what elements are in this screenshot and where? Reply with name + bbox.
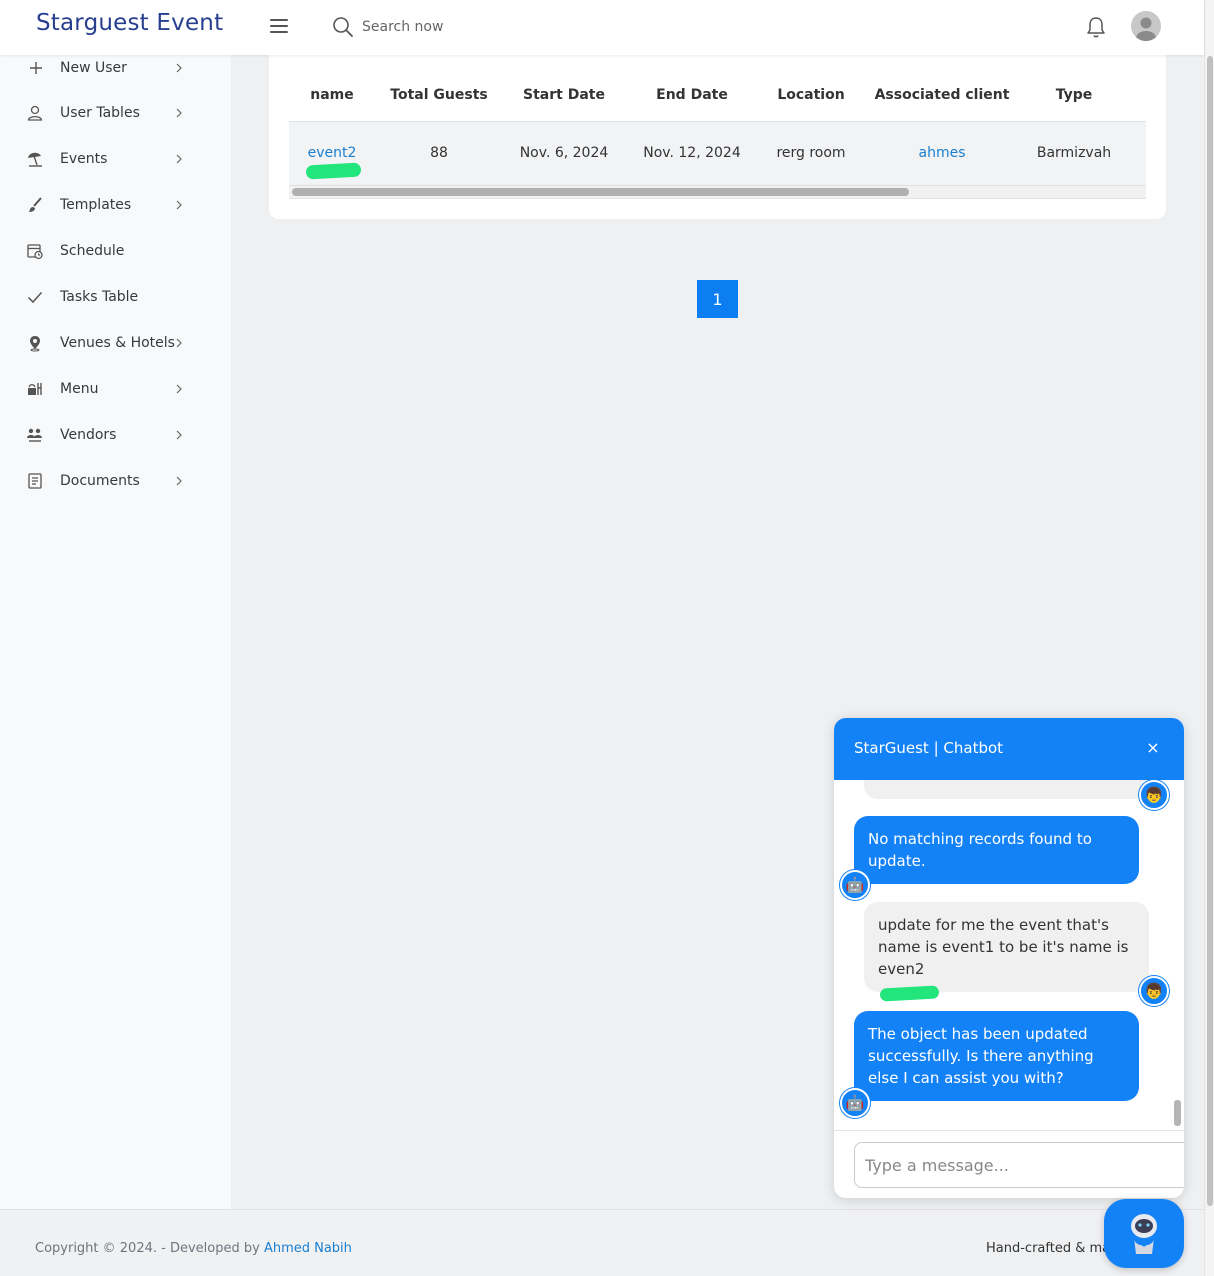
chevron-right-icon bbox=[176, 384, 182, 394]
sidebar-item-schedule[interactable]: Schedule bbox=[0, 231, 231, 271]
sidebar-item-label: Documents bbox=[60, 473, 140, 489]
food-icon bbox=[28, 383, 42, 395]
sidebar bbox=[0, 55, 231, 1209]
sidebar-item-tasks-table[interactable]: Tasks Table bbox=[0, 277, 231, 317]
search-icon[interactable] bbox=[332, 16, 354, 38]
brush-icon bbox=[29, 197, 42, 212]
brand-logo[interactable]: Starguest Event bbox=[36, 10, 223, 36]
sidebar-item-label: Tasks Table bbox=[60, 289, 139, 305]
sidebar-item-label: User Tables bbox=[60, 105, 140, 121]
sidebar-item-templates[interactable]: Templates bbox=[0, 185, 231, 225]
map-pin-icon bbox=[30, 336, 40, 352]
chat-message-bot: The object has been updated successfully… bbox=[854, 1011, 1139, 1101]
sidebar-item-venues-hotels[interactable]: Venues & Hotels bbox=[0, 323, 231, 363]
sidebar-item-menu[interactable]: Menu bbox=[0, 369, 231, 409]
developer-link[interactable]: Ahmed Nabih bbox=[264, 1241, 352, 1256]
bell-icon[interactable] bbox=[1085, 15, 1107, 39]
chat-messages[interactable]: 👦 No matching records found to update. 🤖… bbox=[834, 780, 1184, 1130]
beach-umbrella-icon bbox=[28, 152, 42, 167]
chat-scrollbar-thumb[interactable] bbox=[1174, 1100, 1181, 1126]
user-silhouette-icon bbox=[1136, 17, 1156, 41]
hamburger-menu-icon[interactable] bbox=[270, 19, 288, 35]
chevron-right-icon bbox=[176, 63, 182, 73]
calendar-clock-icon bbox=[27, 244, 43, 260]
chevron-right-icon bbox=[176, 108, 182, 118]
astronaut-robot-icon bbox=[1131, 1213, 1157, 1254]
copyright-text: Copyright © 2024. - Developed by bbox=[35, 1241, 264, 1256]
client-link[interactable]: ahmes bbox=[919, 145, 966, 161]
footer: Copyright © 2024. - Developed by Ahmed N… bbox=[0, 1209, 1204, 1276]
sidebar-item-documents[interactable]: Documents bbox=[0, 461, 231, 501]
table-horizontal-scrollbar[interactable] bbox=[289, 186, 1146, 199]
document-icon bbox=[28, 473, 42, 489]
check-icon bbox=[27, 291, 43, 304]
chevron-right-icon bbox=[176, 338, 182, 348]
sidebar-item-events[interactable]: Events bbox=[0, 139, 231, 179]
top-navbar: Starguest Event bbox=[0, 0, 1204, 55]
chatbot-window: StarGuest | Chatbot × 👦 No matching reco… bbox=[834, 718, 1184, 1198]
column-header-start-date[interactable]: Start Date bbox=[509, 87, 619, 103]
footer-copyright: Copyright © 2024. - Developed by Ahmed N… bbox=[35, 1241, 352, 1256]
user-avatar-icon: 👦 bbox=[1139, 780, 1169, 810]
chevron-right-icon bbox=[176, 154, 182, 164]
cell-total-guests: 88 bbox=[430, 145, 448, 161]
sidebar-item-label: Menu bbox=[60, 381, 99, 397]
page-scrollbar[interactable] bbox=[1204, 0, 1214, 1276]
sidebar-item-label: Schedule bbox=[60, 243, 125, 259]
sidebar-item-label: New User bbox=[60, 60, 127, 76]
bot-avatar-icon: 🤖 bbox=[840, 1088, 870, 1118]
chatbot-header: StarGuest | Chatbot × bbox=[834, 718, 1184, 780]
chevron-right-icon bbox=[176, 430, 182, 440]
green-highlight-mark bbox=[879, 985, 940, 1002]
chat-message-user-previous bbox=[864, 780, 1149, 799]
sidebar-item-user-tables[interactable]: User Tables bbox=[0, 93, 231, 133]
column-header-type[interactable]: Type bbox=[1029, 87, 1119, 103]
people-icon bbox=[27, 428, 42, 442]
table-scrollbar-thumb[interactable] bbox=[292, 188, 909, 196]
chat-scrollbar[interactable] bbox=[1171, 780, 1184, 1130]
user-avatar[interactable] bbox=[1131, 11, 1161, 41]
cell-associated-client: ahmes bbox=[872, 145, 1012, 161]
green-highlight-mark bbox=[305, 162, 362, 180]
column-header-location[interactable]: Location bbox=[766, 87, 856, 103]
plus-icon bbox=[30, 62, 42, 74]
chevron-right-icon bbox=[176, 476, 182, 486]
sidebar-item-label: Templates bbox=[60, 197, 132, 213]
bot-avatar-icon: 🤖 bbox=[840, 870, 870, 900]
search-bar bbox=[332, 14, 632, 40]
column-header-end-date[interactable]: End Date bbox=[637, 87, 747, 103]
column-header-associated-client[interactable]: Associated client bbox=[872, 87, 1012, 103]
cell-end-date: Nov. 12, 2024 bbox=[643, 145, 741, 161]
chat-message-input[interactable] bbox=[854, 1142, 1184, 1188]
sidebar-item-label: Vendors bbox=[60, 427, 117, 443]
pagination-page-1[interactable]: 1 bbox=[697, 280, 738, 318]
sidebar-item-label: Events bbox=[60, 151, 108, 167]
column-header-total-guests[interactable]: Total Guests bbox=[389, 87, 489, 103]
cell-location: rerg room bbox=[776, 145, 846, 161]
close-icon[interactable]: × bbox=[1143, 738, 1163, 758]
chevron-right-icon bbox=[176, 200, 182, 210]
column-header-name[interactable]: name bbox=[289, 87, 375, 103]
user-avatar-icon: 👦 bbox=[1139, 976, 1169, 1006]
chat-message-user: update for me the event that's name is e… bbox=[864, 902, 1149, 992]
page-scrollbar-thumb[interactable] bbox=[1207, 56, 1213, 1206]
footer-credit: Hand-crafted & mad bbox=[986, 1241, 1119, 1256]
chatbot-toggle-button[interactable] bbox=[1104, 1199, 1184, 1268]
chat-message-bot: No matching records found to update. bbox=[854, 816, 1139, 884]
chat-input-area bbox=[834, 1130, 1184, 1198]
chatbot-title: StarGuest | Chatbot bbox=[854, 739, 1004, 757]
cell-type: Barmizvah bbox=[1036, 145, 1112, 161]
sidebar-item-label: Venues & Hotels bbox=[60, 335, 175, 351]
sidebar-item-vendors[interactable]: Vendors bbox=[0, 415, 231, 455]
event-name-link[interactable]: event2 bbox=[308, 145, 357, 161]
user-icon bbox=[27, 105, 43, 121]
cell-start-date: Nov. 6, 2024 bbox=[519, 145, 609, 161]
search-input[interactable] bbox=[362, 14, 622, 40]
cell-name: event2 bbox=[289, 145, 375, 161]
